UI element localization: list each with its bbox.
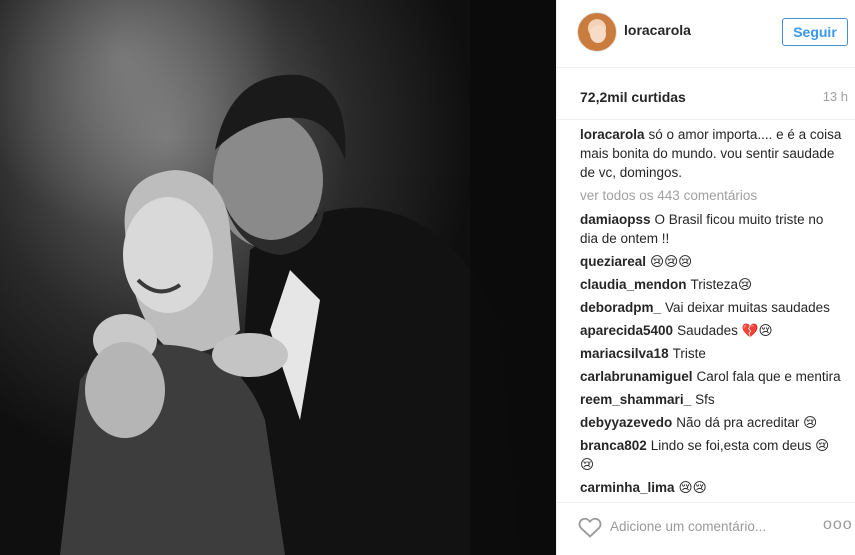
comment-username[interactable]: reem_shammari_ [580,392,691,407]
follow-button[interactable]: Seguir [782,18,848,46]
comment-text: Não dá pra acreditar 😢 [676,415,818,430]
comment-username[interactable]: carlabrunamiguel [580,369,693,384]
comment-item: aparecida5400 Saudades 💔😢 [580,321,842,340]
comments-list: loracarola só o amor importa.... e é a co… [580,125,842,494]
comment-item: reem_shammari_ Sfs [580,390,842,409]
comment-item: mariacsilva18 Triste [580,344,842,363]
comment-text: Tristeza😢 [690,277,753,292]
comment-username[interactable]: damiaopss [580,212,651,227]
photo-illustration [60,0,556,555]
comment-text: 😢😢 [678,480,707,494]
comment-username[interactable]: claudia_mendon [580,277,687,292]
comment-username[interactable]: deboradpm_ [580,300,661,315]
author-username[interactable]: loracarola [624,22,691,38]
likes-count[interactable]: 72,2mil curtidas [580,89,686,105]
comment-item: deboradpm_ Vai deixar muitas saudades [580,298,842,317]
caption: loracarola só o amor importa.... e é a co… [580,125,842,182]
comment-text: 😢😢😢 [650,254,693,269]
view-all-comments-link[interactable]: ver todos os 443 comentários [580,186,842,205]
comment-text: Triste [672,346,706,361]
caption-username[interactable]: loracarola [580,127,645,142]
post-header: loracarola Seguir [557,0,855,68]
comment-footer: ooo [557,502,855,555]
comment-item: carminha_lima 😢😢 [580,478,842,494]
comment-item: queziareal 😢😢😢 [580,252,842,271]
comment-item: branca802 Lindo se foi,esta com deus 😢😢 [580,436,842,474]
comment-text: Sfs [695,392,715,407]
avatar[interactable] [577,12,617,52]
more-options-icon[interactable]: ooo [823,516,853,534]
comment-item: debyyazevedo Não dá pra acreditar 😢 [580,413,842,432]
comment-username[interactable]: branca802 [580,438,647,453]
add-comment-input[interactable] [610,515,810,537]
comment-item: claudia_mendon Tristeza😢 [580,275,842,294]
comment-username[interactable]: mariacsilva18 [580,346,669,361]
likes-row: 72,2mil curtidas 13 h [557,68,855,120]
heart-icon[interactable] [578,516,602,538]
comment-username[interactable]: aparecida5400 [580,323,673,338]
post-time[interactable]: 13 h [823,89,848,104]
comment-username[interactable]: carminha_lima [580,480,675,494]
comment-username[interactable]: debyyazevedo [580,415,672,430]
post-sidebar: loracarola Seguir 72,2mil curtidas 13 h … [556,0,855,555]
comment-text: Carol fala que e mentira [696,369,841,384]
comment-item: damiaopss O Brasil ficou muito triste no … [580,210,842,248]
post-photo[interactable] [0,0,556,555]
comment-text: Saudades 💔😢 [677,323,773,338]
comment-text: Vai deixar muitas saudades [665,300,830,315]
comment-item: carlabrunamiguel Carol fala que e mentira [580,367,842,386]
comment-username[interactable]: queziareal [580,254,646,269]
